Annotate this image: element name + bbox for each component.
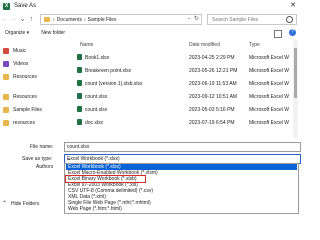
file-name-label: File name: — [30, 144, 54, 150]
file-date: 2023-07-19 6:54 PM — [189, 120, 235, 126]
breadcrumb-sample-files[interactable]: Sample Files — [88, 17, 117, 23]
forward-arrow-icon[interactable]: → — [9, 16, 18, 23]
sidebar-item-label: Music — [13, 48, 27, 54]
authors-label: Authors — [36, 164, 54, 170]
file-row[interactable]: Book1.xlsx 2023-04-25 2:29 PM Microsoft … — [60, 52, 300, 63]
highlight-box — [65, 175, 146, 183]
sidebar-item-label: Sample Files — [13, 107, 42, 113]
sidebar-item-resources-2[interactable]: Resources — [3, 92, 37, 102]
file-row[interactable]: count.xlsx 2023-05-03 5:16 PM Microsoft … — [60, 104, 300, 115]
hide-folders-button[interactable]: ⌃ Hide Folders — [2, 200, 40, 208]
close-icon[interactable]: ✕ — [290, 1, 296, 9]
file-type: Microsoft Excel W — [249, 107, 290, 113]
chevron-down-icon: ⌄ — [67, 156, 72, 162]
file-date: 2023-09-12 10:51 AM — [189, 94, 238, 100]
sidebar-item-label: Videos — [13, 61, 29, 67]
sidebar-item-label: Resources — [13, 94, 37, 100]
file-name: count.xlsx — [85, 107, 108, 113]
file-type: Microsoft Excel W — [249, 55, 290, 61]
sidebar-item-label: Resources — [13, 74, 37, 80]
folder-icon — [3, 107, 9, 113]
file-type: Microsoft Excel W — [249, 81, 290, 87]
refresh-icon[interactable]: ↻ — [194, 15, 199, 22]
file-list-header: Name Date modified Type — [60, 40, 300, 49]
file-date: 2023-06-19 11:53 AM — [189, 81, 237, 87]
address-bar[interactable]: › Documents › Sample Files ⌄ ↻ — [40, 14, 202, 25]
file-name: count (version 1).xlsb.xlsx — [85, 81, 143, 87]
navigation-bar: ← → ⌄ ↑ › Documents › Sample Files ⌄ ↻ S… — [0, 12, 300, 26]
file-row[interactable]: Breakeven point.xlsx 2023-05-26 12:21 PM… — [60, 65, 300, 76]
file-name: count.xlsx — [85, 94, 108, 100]
option-htm[interactable]: Web Page (*.htm;*.html) — [66, 206, 297, 212]
chevron-down-icon[interactable]: ⌄ — [187, 15, 191, 21]
help-icon[interactable]: ? — [289, 29, 296, 36]
file-name-value: count.xlsx — [67, 144, 90, 150]
sidebar-item-resources-3[interactable]: resources — [3, 118, 35, 128]
file-date: 2023-04-25 2:29 PM — [189, 55, 235, 61]
folder-icon — [3, 94, 9, 100]
file-date: 2023-05-26 12:21 PM — [189, 68, 238, 74]
file-date: 2023-05-03 5:16 PM — [189, 107, 235, 113]
excel-file-icon — [77, 93, 82, 99]
recent-dropdown-icon[interactable]: ⌄ — [18, 15, 27, 23]
excel-file-icon — [77, 67, 82, 73]
file-name: Book1.xlsx — [85, 55, 110, 61]
scrollbar-thumb[interactable] — [294, 48, 297, 98]
file-row[interactable]: count (version 1).xlsb.xlsx 2023-06-19 1… — [60, 78, 300, 89]
title-bar: X Save As ✕ — [0, 0, 300, 12]
column-header-name[interactable]: Name — [80, 42, 93, 48]
file-name: doc.xlsx — [85, 120, 104, 126]
command-bar: Organize ▾ New folder ? — [0, 28, 300, 38]
save-as-dialog: X Save As ✕ ← → ⌄ ↑ › Documents › Sample… — [0, 0, 301, 214]
file-name: Breakeven point.xlsx — [85, 68, 132, 74]
hide-folders-label: Hide Folders — [11, 200, 40, 207]
excel-icon: X — [3, 2, 10, 10]
excel-file-icon — [77, 54, 82, 60]
sidebar-item-sample-files[interactable]: Sample Files — [3, 105, 42, 115]
search-input[interactable]: Search Sample Files — [207, 14, 297, 25]
save-as-type-label: Save as type: — [22, 156, 53, 162]
sidebar-item-videos[interactable]: Videos — [3, 59, 28, 69]
folder-icon — [44, 17, 50, 22]
search-placeholder: Search Sample Files — [212, 16, 259, 23]
window-title: Save As — [14, 3, 37, 9]
excel-file-icon — [77, 80, 82, 86]
folder-icon — [3, 120, 9, 126]
file-type: Microsoft Excel W — [249, 68, 290, 74]
breadcrumb-documents[interactable]: Documents — [57, 17, 82, 23]
music-icon — [3, 48, 9, 54]
navigation-pane: Music Videos Resources Resources Sample … — [0, 44, 58, 136]
back-arrow-icon[interactable]: ← — [0, 16, 9, 23]
file-list: Name Date modified Type Book1.xlsx 2023-… — [60, 40, 300, 138]
column-header-type[interactable]: Type — [249, 42, 260, 48]
column-header-date[interactable]: Date modified — [189, 42, 220, 48]
organize-button[interactable]: Organize ▾ — [5, 30, 29, 36]
sidebar-item-label: resources — [13, 120, 35, 126]
file-name-field[interactable]: count.xlsx — [64, 142, 301, 152]
chevron-up-icon: ⌃ — [2, 201, 8, 207]
view-options-icon[interactable] — [274, 30, 282, 38]
file-row[interactable]: count.xlsx 2023-09-12 10:51 AM Microsoft… — [60, 91, 300, 102]
excel-file-icon — [77, 119, 82, 125]
file-type: Microsoft Excel W — [249, 120, 290, 126]
file-row[interactable]: doc.xlsx 2023-07-19 6:54 PM Microsoft Ex… — [60, 117, 300, 128]
video-icon — [3, 61, 9, 67]
file-type: Microsoft Excel W — [249, 94, 290, 100]
folder-icon — [3, 74, 9, 80]
new-folder-button[interactable]: New folder — [41, 30, 65, 36]
excel-file-icon — [77, 106, 82, 112]
sidebar-item-music[interactable]: Music — [3, 46, 26, 56]
file-list-scrollbar[interactable] — [293, 40, 298, 138]
sidebar-item-resources[interactable]: Resources — [3, 72, 37, 82]
up-arrow-icon[interactable]: ↑ — [27, 16, 36, 23]
save-as-type-dropdown: Excel Workbook (*.xlsx) Excel Macro-Enab… — [64, 163, 299, 214]
search-icon — [286, 16, 293, 23]
